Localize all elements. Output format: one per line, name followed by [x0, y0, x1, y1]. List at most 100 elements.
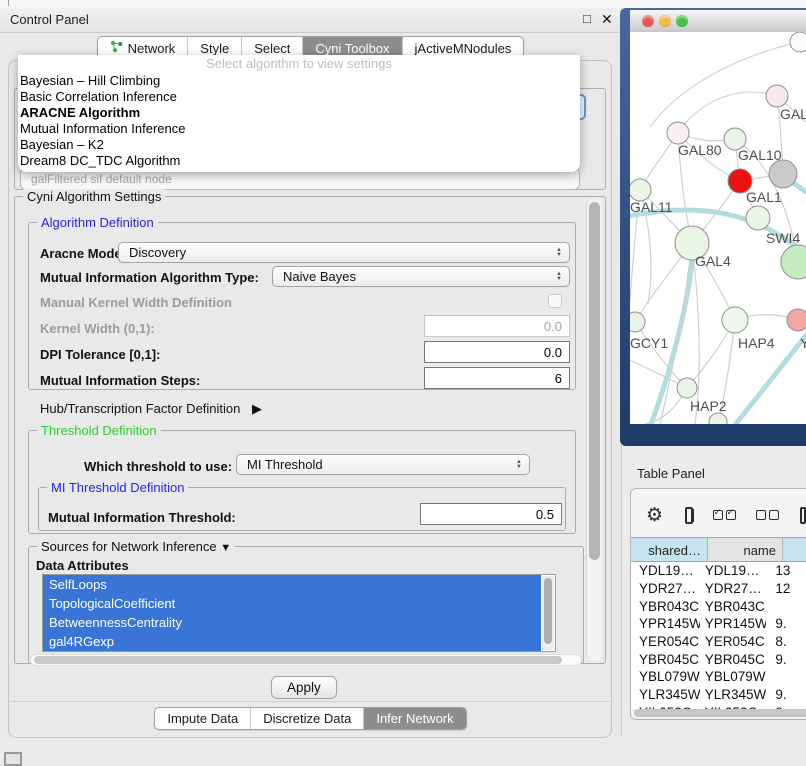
table-header-row: shared… name: [631, 537, 806, 562]
node-label: GAL4: [695, 253, 731, 269]
mi-steps-field[interactable]: 6: [424, 367, 570, 389]
top-tick: [8, 0, 9, 6]
close-traffic-light-icon[interactable]: [642, 15, 654, 27]
tab-infer-network[interactable]: Infer Network: [363, 708, 465, 729]
network-node-hap4[interactable]: [722, 307, 748, 333]
node-label: GAL: [780, 106, 806, 122]
node-label: SWI4: [766, 230, 800, 246]
network-canvas[interactable]: GALGAL80GAL10GAL1SWI4GAL11GAL4GCY1HAP4YH…: [630, 32, 806, 424]
network-node-gcy1[interactable]: [630, 312, 645, 332]
deselect-all-icon[interactable]: [756, 510, 779, 520]
network-node[interactable]: [769, 160, 797, 188]
attribute-list-scrollbar-thumb[interactable]: [544, 578, 552, 644]
aracne-mode-label: Aracne Mode:: [40, 246, 126, 261]
mi-threshold-definition-title: MI Threshold Definition: [47, 480, 188, 495]
node-label: HAP2: [690, 398, 727, 414]
algorithm-option[interactable]: Bayesian – K2: [18, 137, 580, 153]
dpi-tolerance-label: DPI Tolerance [0,1]:: [40, 347, 160, 362]
algorithm-option[interactable]: Dream8 DC_TDC Algorithm: [18, 153, 580, 169]
settings-group-title: Cyni Algorithm Settings: [23, 189, 165, 204]
algorithm-option[interactable]: Mutual Information Inference: [18, 121, 580, 137]
split-columns-icon[interactable]: [685, 507, 693, 524]
node-label: GAL10: [738, 147, 782, 163]
table-row[interactable]: YLR345WYLR345W9.: [631, 686, 806, 704]
aracne-mode-select[interactable]: Discovery ▲▼: [118, 242, 570, 263]
attribute-list-scrollbar[interactable]: [542, 576, 554, 650]
minimize-traffic-light-icon[interactable]: [659, 15, 671, 27]
network-icon: [110, 40, 123, 56]
algorithm-option[interactable]: Bayesian – Hill Climbing: [18, 73, 580, 89]
column-header-partial[interactable]: [783, 537, 806, 562]
page-icon[interactable]: [800, 507, 806, 524]
minimized-panel-icon[interactable]: [4, 752, 22, 766]
column-header-name[interactable]: name: [708, 537, 783, 562]
gear-icon[interactable]: ⚙: [646, 506, 663, 525]
expand-right-icon[interactable]: ▶: [252, 401, 262, 416]
table-row[interactable]: YPR145WYPR145W9.: [631, 615, 806, 633]
which-threshold-label: Which threshold to use:: [84, 459, 232, 474]
dpi-tolerance-field[interactable]: 0.0: [424, 341, 570, 363]
sources-group-title[interactable]: Sources for Network Inference ▼: [37, 539, 235, 556]
tab-discretize-data[interactable]: Discretize Data: [250, 708, 363, 729]
table-rows: YDL19…YDL19…13 YDR27…YDR27…12 YBR043CYBR…: [631, 562, 806, 709]
control-panel-title: Control Panel: [10, 12, 89, 27]
network-node-swi4[interactable]: [746, 206, 770, 230]
network-node[interactable]: [709, 413, 727, 424]
collapse-down-icon[interactable]: ▼: [220, 542, 231, 554]
node-label: GAL1: [746, 189, 782, 205]
settings-scrollbar-thumb[interactable]: [589, 202, 600, 560]
threshold-definition-title: Threshold Definition: [37, 423, 161, 438]
attribute-item[interactable]: TopologicalCoefficient: [43, 594, 541, 613]
mi-threshold-field[interactable]: 0.5: [420, 503, 562, 525]
algorithm-dropdown-popup: Select algorithm to view settings Bayesi…: [18, 55, 580, 172]
close-window-icon[interactable]: ✕: [601, 11, 613, 28]
column-header-shared[interactable]: shared…: [631, 537, 708, 562]
mi-threshold-label: Mutual Information Threshold:: [48, 510, 236, 525]
algorithm-option[interactable]: Basic Correlation Inference: [18, 89, 580, 105]
manual-kernel-width-checkbox[interactable]: [548, 294, 562, 308]
network-node-gal80[interactable]: [667, 122, 689, 144]
mi-algorithm-type-label: Mutual Information Algorithm Type:: [40, 270, 259, 285]
network-node[interactable]: [790, 32, 806, 52]
algorithm-placeholder: Select algorithm to view settings: [18, 55, 580, 73]
panel-divider: [10, 701, 610, 702]
hub-definition-toggle[interactable]: Hub/Transcription Factor Definition ▶: [40, 401, 262, 417]
network-node[interactable]: [781, 245, 806, 279]
table-row[interactable]: YER054CYER054C8.: [631, 633, 806, 651]
table-row[interactable]: YBR045CYBR045C9.: [631, 650, 806, 668]
table-row[interactable]: YBR043CYBR043C: [631, 597, 806, 615]
node-label: HAP4: [738, 335, 775, 351]
attribute-item[interactable]: BetweennessCentrality: [43, 613, 541, 632]
apply-button[interactable]: Apply: [271, 676, 337, 699]
tab-impute-data[interactable]: Impute Data: [155, 708, 250, 729]
selected-attributes: SelfLoops TopologicalCoefficient Between…: [43, 575, 541, 651]
table-row[interactable]: YDL19…YDL19…13: [631, 562, 806, 580]
network-window-titlebar[interactable]: [630, 10, 806, 33]
node-label: Y: [800, 335, 806, 351]
network-node-y[interactable]: [787, 309, 806, 331]
which-threshold-select[interactable]: MI Threshold ▲▼: [236, 454, 530, 475]
node-label: GAL11: [630, 199, 673, 215]
zoom-traffic-light-icon[interactable]: [676, 15, 688, 27]
float-window-icon[interactable]: □: [583, 11, 591, 26]
attribute-item[interactable]: gal4RGexp: [43, 632, 541, 651]
tab-network-label: Network: [128, 41, 176, 56]
stepper-arrows-icon: ▲▼: [556, 272, 562, 282]
data-attributes-label: Data Attributes: [36, 558, 129, 573]
kernel-width-field: 0.0: [424, 315, 570, 337]
algorithm-option-aracne[interactable]: ARACNE Algorithm: [18, 105, 580, 121]
network-node-gal[interactable]: [766, 85, 788, 107]
select-all-icon[interactable]: [713, 510, 736, 520]
table-horizontal-scrollbar-thumb[interactable]: [634, 709, 806, 717]
kernel-width-label: Kernel Width (0,1):: [40, 321, 155, 336]
sources-hscrollbar-thumb[interactable]: [34, 656, 562, 664]
mi-algorithm-type-select[interactable]: Naive Bayes ▲▼: [272, 266, 570, 287]
network-node-gal11[interactable]: [630, 179, 651, 201]
cyni-bottom-tab-bar: Impute Data Discretize Data Infer Networ…: [0, 707, 621, 730]
attribute-item[interactable]: SelfLoops: [43, 575, 541, 594]
table-row[interactable]: YBL079WYBL079W: [631, 668, 806, 686]
network-graph: GALGAL80GAL10GAL1SWI4GAL11GAL4GCY1HAP4YH…: [630, 32, 806, 424]
network-node-hap2[interactable]: [677, 378, 697, 398]
table-row[interactable]: YDR27…YDR27…12: [631, 580, 806, 598]
algorithm-definition-title: Algorithm Definition: [37, 215, 158, 230]
